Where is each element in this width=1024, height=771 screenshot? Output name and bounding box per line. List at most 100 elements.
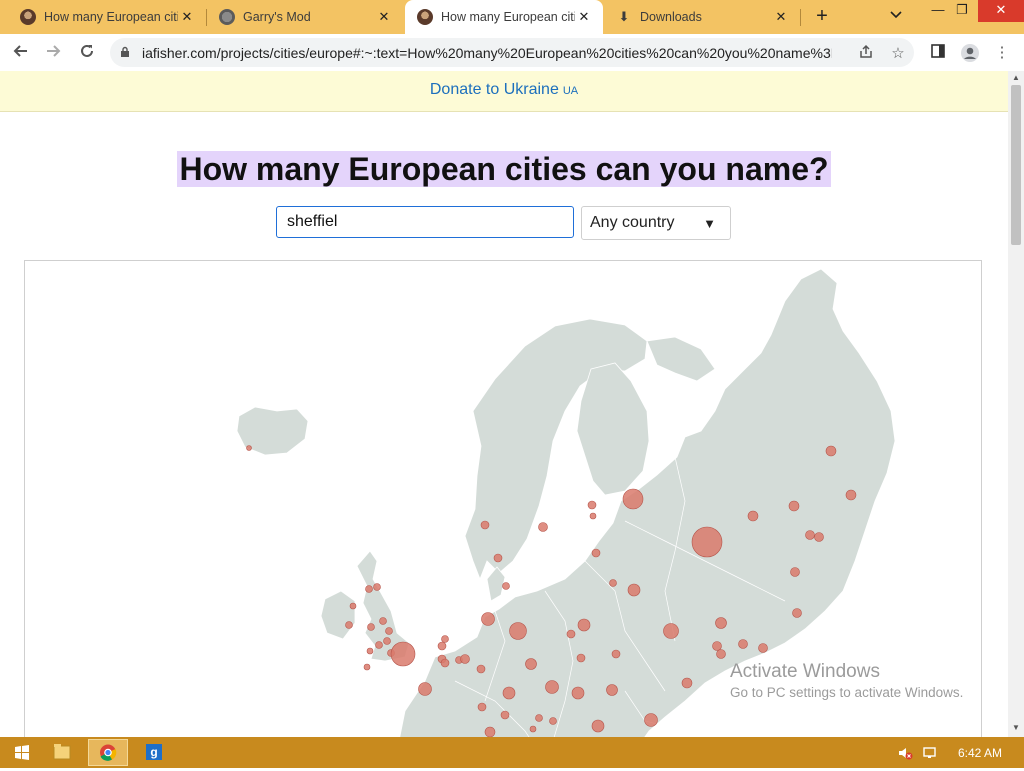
city-marker <box>644 713 658 727</box>
city-marker <box>349 602 357 610</box>
city-marker <box>566 629 576 639</box>
city-marker <box>845 489 857 501</box>
volume-muted-icon[interactable] <box>897 745 913 761</box>
chrome-taskbar-button[interactable] <box>88 739 128 766</box>
city-marker <box>606 684 618 696</box>
city-marker <box>622 488 644 510</box>
country-select[interactable]: Any country ▼ <box>581 206 731 240</box>
window-close-button[interactable]: ✕ <box>978 0 1024 22</box>
city-marker <box>591 719 605 733</box>
page-content: Donate to Ukraine UA How many European ci… <box>0 71 1008 737</box>
city-marker <box>480 520 490 530</box>
city-marker <box>525 658 537 670</box>
city-marker <box>502 582 510 590</box>
activate-windows-watermark: Activate Windows Go to PC settings to ac… <box>730 661 964 700</box>
svg-text:g: g <box>150 745 157 759</box>
start-button[interactable] <box>2 739 42 766</box>
tab-downloads[interactable]: ⬇ Downloads ✕ <box>604 0 800 34</box>
city-marker <box>363 663 371 671</box>
close-tab-icon[interactable]: ✕ <box>575 9 593 25</box>
city-marker <box>577 618 591 632</box>
system-clock[interactable]: 6:42 AM <box>958 746 1002 760</box>
scroll-down-arrow-icon[interactable]: ▼ <box>1012 723 1020 732</box>
lock-icon <box>121 46 129 57</box>
city-marker <box>663 623 679 639</box>
denmark-land <box>486 566 506 602</box>
globe-icon <box>219 9 235 25</box>
city-marker <box>747 510 759 522</box>
back-button[interactable] <box>8 40 34 66</box>
city-marker <box>481 612 495 626</box>
bookmark-star-icon[interactable]: ☆ <box>888 44 908 62</box>
garrys-mod-taskbar-button[interactable]: g <box>134 739 174 766</box>
scroll-up-arrow-icon[interactable]: ▲ <box>1012 73 1020 82</box>
city-marker <box>345 621 353 629</box>
city-marker <box>365 585 373 593</box>
finland-land <box>576 362 650 496</box>
ireland-land <box>320 590 356 640</box>
windows-taskbar: g 6:42 AM <box>0 737 1024 768</box>
gmod-icon: g <box>146 744 162 760</box>
forward-button[interactable] <box>40 40 66 66</box>
tab-european-cities-1[interactable]: How many European citie ✕ <box>0 0 206 34</box>
city-marker <box>589 512 597 520</box>
city-marker <box>460 654 470 664</box>
city-marker <box>545 680 559 694</box>
city-marker <box>390 641 416 667</box>
city-marker <box>792 608 802 618</box>
ukraine-flag-label: UA <box>562 85 579 97</box>
tab-search-chevron-icon[interactable] <box>890 8 902 22</box>
city-marker <box>715 617 727 629</box>
page-scrollbar[interactable]: ▲ ▼ <box>1008 71 1024 737</box>
share-icon[interactable] <box>856 44 876 62</box>
avatar-icon <box>417 9 433 25</box>
close-tab-icon[interactable]: ✕ <box>178 9 196 25</box>
city-marker <box>440 658 450 668</box>
side-panel-icon[interactable] <box>928 43 948 63</box>
browser-toolbar: iafisher.com/projects/cities/europe#:~:t… <box>0 34 1024 72</box>
restore-button[interactable]: ❐ <box>946 0 978 22</box>
network-icon[interactable] <box>922 745 938 761</box>
city-marker <box>379 617 387 625</box>
reload-button[interactable] <box>74 40 100 66</box>
page-title: How many European cities can you name? <box>177 151 831 187</box>
kola-peninsula-land <box>646 336 716 382</box>
city-marker <box>587 500 597 510</box>
tab-garrys-mod[interactable]: Garry's Mod ✕ <box>207 0 403 34</box>
city-marker <box>805 530 815 540</box>
city-marker <box>609 579 617 587</box>
forward-arrow-icon <box>47 45 61 57</box>
file-explorer-taskbar-button[interactable] <box>42 739 82 766</box>
close-tab-icon[interactable]: ✕ <box>772 9 790 25</box>
city-marker <box>691 526 723 558</box>
city-marker <box>441 635 449 643</box>
tab-european-cities-active[interactable]: How many European citie ✕ <box>405 0 603 34</box>
menu-kebab-icon[interactable]: ⋮ <box>992 43 1012 63</box>
city-marker <box>493 553 503 563</box>
city-marker <box>591 548 601 558</box>
city-marker <box>571 686 585 700</box>
address-bar[interactable]: iafisher.com/projects/cities/europe#:~:t… <box>110 38 914 67</box>
city-marker <box>246 445 252 451</box>
city-marker <box>437 641 447 651</box>
city-marker <box>712 641 722 651</box>
city-marker <box>535 714 543 722</box>
chrome-icon <box>100 744 117 761</box>
scrollbar-thumb[interactable] <box>1011 85 1021 245</box>
reload-icon <box>81 44 93 57</box>
donate-banner: Donate to Ukraine UA <box>0 71 1008 112</box>
download-icon: ⬇ <box>618 9 630 24</box>
donate-link[interactable]: Donate to Ukraine UA <box>430 81 578 99</box>
close-tab-icon[interactable]: ✕ <box>375 9 393 25</box>
city-marker <box>716 649 726 659</box>
city-guess-input[interactable] <box>276 206 574 238</box>
profile-avatar-icon[interactable] <box>960 43 980 63</box>
city-marker <box>758 643 768 653</box>
city-marker <box>627 583 641 597</box>
city-marker <box>385 627 393 635</box>
new-tab-button[interactable]: + <box>810 5 834 29</box>
city-marker <box>576 653 586 663</box>
city-marker <box>375 641 383 649</box>
city-marker <box>367 623 375 631</box>
city-marker <box>509 622 527 640</box>
